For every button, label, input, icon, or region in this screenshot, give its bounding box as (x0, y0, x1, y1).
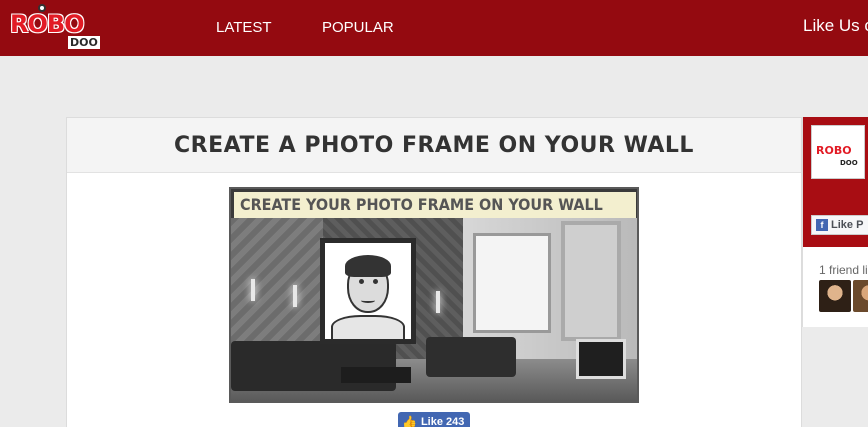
portrait-mouth (361, 298, 375, 303)
like-us-link[interactable]: Like Us o (803, 16, 868, 36)
coffee-table (341, 367, 411, 383)
portrait-shoulders (331, 315, 405, 339)
wall-lamp-icon (436, 291, 440, 313)
facebook-icon: f (816, 219, 828, 231)
wall-lamp-icon (251, 279, 255, 301)
title-bar: CREATE A PHOTO FRAME ON YOUR WALL (67, 118, 801, 173)
like-count-label: Like 243 (420, 416, 465, 427)
preview-caption: CREATE YOUR PHOTO FRAME ON YOUR WALL (234, 192, 636, 218)
nav-latest[interactable]: LATEST (216, 19, 272, 36)
thumbs-up-icon: 👍 (402, 415, 417, 427)
site-header: ROBO DOO LATEST POPULAR Like Us o (0, 0, 868, 56)
widget-page-logo[interactable]: ROBO DOO (811, 125, 865, 179)
friend-avatar[interactable] (853, 280, 868, 312)
facebook-page-widget: ROBO DOO f Like P 1 friend li (802, 117, 868, 327)
sofa-right (426, 337, 516, 377)
widget-like-label: Like P (831, 219, 864, 231)
decor-panel (561, 221, 621, 341)
site-logo[interactable]: ROBO DOO (8, 4, 116, 52)
logo-sub-text: DOO (68, 36, 100, 49)
portrait-placeholder (325, 243, 411, 339)
widget-logo-main: ROBO (816, 144, 852, 157)
wall-lamp-icon (293, 285, 297, 307)
widget-like-page-button[interactable]: f Like P (811, 215, 868, 235)
page-title: CREATE A PHOTO FRAME ON YOUR WALL (174, 132, 694, 158)
friends-like-text: 1 friend li (819, 263, 868, 277)
portrait-eye (359, 279, 364, 284)
portrait-eye (373, 279, 378, 284)
main-card: CREATE A PHOTO FRAME ON YOUR WALL CREATE… (66, 117, 802, 427)
portrait-hair (345, 255, 391, 277)
room-window (473, 233, 551, 333)
photo-frame-preview[interactable]: CREATE YOUR PHOTO FRAME ON YOUR WALL (229, 187, 639, 403)
fireplace (576, 339, 626, 379)
sofa-left (231, 341, 396, 391)
widget-cover: ROBO DOO f Like P (803, 117, 868, 247)
nav-popular[interactable]: POPULAR (322, 19, 394, 36)
wall-photo-frame (320, 238, 416, 344)
friend-avatar[interactable] (819, 280, 851, 312)
widget-logo-sub: DOO (840, 159, 858, 167)
facebook-like-button[interactable]: 👍 Like 243 (398, 412, 470, 427)
logo-main-text: ROBO (10, 10, 85, 38)
